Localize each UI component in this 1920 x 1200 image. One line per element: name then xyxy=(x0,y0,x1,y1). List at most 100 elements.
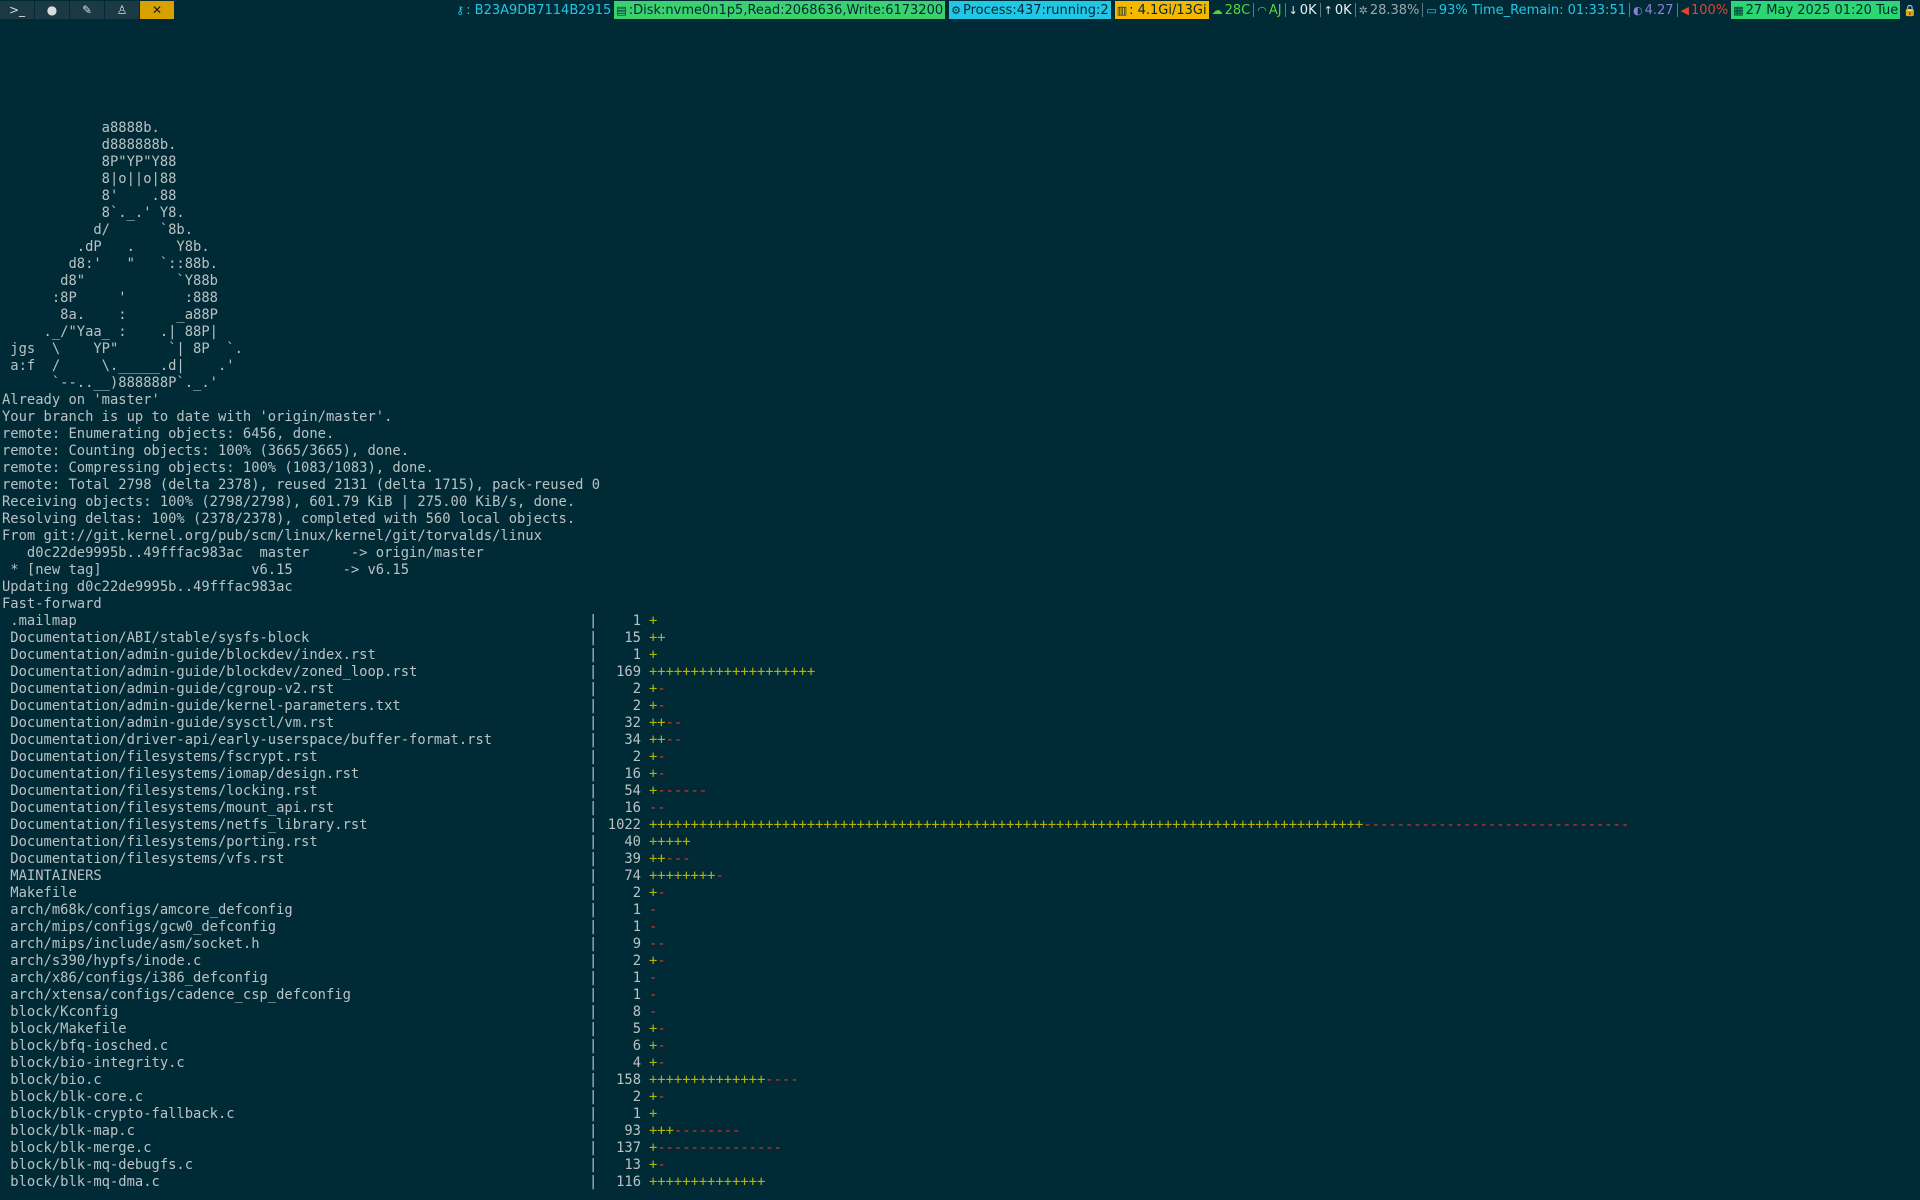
diffstat-count: 169 xyxy=(616,664,641,680)
diffstat-count: 2 xyxy=(632,698,641,714)
diffstat-separator: | xyxy=(589,1106,598,1122)
status-serial[interactable]: ⚷: B23A9DB7114B2915 xyxy=(455,1,612,19)
status-temp[interactable]: ☁ 28C xyxy=(1211,1,1252,19)
separator xyxy=(1253,3,1255,17)
diffstat-separator: | xyxy=(589,834,598,850)
workspace-tag-1[interactable]: >_ xyxy=(0,1,34,19)
output-line: Updating d0c22de9995b..49fffac983ac xyxy=(2,579,293,595)
diffstat-bar: + xyxy=(649,613,657,630)
diffstat-file: block/Makefile xyxy=(2,1021,127,1037)
diffstat-bar: +- xyxy=(649,1157,666,1174)
diffstat-bar: +- xyxy=(649,1038,666,1055)
diffstat-row: Documentation/driver-api/early-userspace… xyxy=(2,732,1629,749)
workspace-tag-4[interactable]: ♙ xyxy=(105,1,139,19)
status-net[interactable]: ↓ 0K xyxy=(1288,1,1318,19)
diffstat-deletions: - xyxy=(657,885,666,901)
diffstat-count: 4 xyxy=(632,1055,641,1071)
diffstat-count: 6 xyxy=(632,1038,641,1054)
workspace-tag-3[interactable]: ✎ xyxy=(70,1,104,19)
status-volume-text: 100% xyxy=(1691,2,1729,18)
diffstat-file: Documentation/filesystems/porting.rst xyxy=(2,834,318,850)
status-date-text: 27 May 2025 01:20 Tue xyxy=(1745,2,1899,18)
diffstat-bar: - xyxy=(649,987,657,1004)
diffstat-separator: | xyxy=(589,936,598,952)
status-cpu[interactable]: ✲ 28.38% xyxy=(1358,1,1421,19)
diffstat-additions: +++++ xyxy=(649,834,691,850)
status-lock[interactable]: 🔒 xyxy=(1902,1,1920,19)
output-line: * [new tag] v6.15 -> v6.15 xyxy=(2,562,410,578)
status-widgets: ⚷: B23A9DB7114B2915 ▤:Disk:nvme0n1p5,Read… xyxy=(455,1,1920,19)
diffstat-separator: | xyxy=(589,664,598,680)
diffstat-row: Documentation/admin-guide/blockdev/index… xyxy=(2,647,1629,664)
diffstat-row: arch/s390/hypfs/inode.c | 2 +- xyxy=(2,953,1629,970)
ascii-art-line: 8|o||o|88 xyxy=(2,171,177,187)
diffstat-separator: | xyxy=(589,1157,598,1173)
status-net-up[interactable]: ↑ 0K xyxy=(1323,1,1353,19)
diffstat-separator: | xyxy=(589,749,598,765)
tools-icon: ✕ xyxy=(151,3,163,17)
diffstat-row: Documentation/admin-guide/blockdev/zoned… xyxy=(2,664,1629,681)
diffstat-count: 116 xyxy=(616,1174,641,1190)
diffstat-row: Documentation/admin-guide/cgroup-v2.rst |… xyxy=(2,681,1629,698)
separator xyxy=(1422,3,1424,17)
ascii-art-line: 8' .88 xyxy=(2,188,177,204)
status-process[interactable]: ⚙ Process:437:running:2 xyxy=(949,1,1111,19)
output-line: Receiving objects: 100% (2798/2798), 601… xyxy=(2,494,576,510)
status-net-up-text: 0K xyxy=(1334,2,1352,18)
workspace-tag-2[interactable]: ● xyxy=(35,1,69,19)
diffstat-separator: | xyxy=(589,681,598,697)
diffstat-bar: +++++ xyxy=(649,834,691,851)
diffstat-count: 1 xyxy=(632,970,641,986)
diffstat-count: 39 xyxy=(624,851,641,867)
diffstat-file: block/blk-map.c xyxy=(2,1123,135,1139)
diffstat-bar: +- xyxy=(649,953,666,970)
diffstat-count: 1 xyxy=(632,647,641,663)
diffstat-row: block/bio-integrity.c | 4 +- xyxy=(2,1055,1629,1072)
diffstat-row: .mailmap | 1 + xyxy=(2,613,1629,630)
diffstat-bar: +- xyxy=(649,1021,666,1038)
status-volume[interactable]: ◀ 100% xyxy=(1680,1,1730,19)
status-cpu-text: 28.38% xyxy=(1369,2,1420,18)
diffstat-count: 137 xyxy=(616,1140,641,1156)
status-process-text: Process:437:running:2 xyxy=(963,2,1109,18)
status-disk[interactable]: ▤:Disk:nvme0n1p5,Read:2068636,Write:6173… xyxy=(614,1,946,19)
ascii-art: a8888b. d888888b. 8P"YP"Y88 8|o||o|88 8'… xyxy=(2,120,1629,392)
status-brightness[interactable]: ◐ 4.27 xyxy=(1632,1,1675,19)
status-wifi[interactable]: ◠ AJ xyxy=(1256,1,1282,19)
diffstat-row: block/blk-map.c | 93 +++-------- xyxy=(2,1123,1629,1140)
status-battery[interactable]: ▭ 93% Time_Remain: 01:33:51 xyxy=(1425,1,1627,19)
key-icon: ⚷ xyxy=(456,3,465,17)
diffstat-file: MAINTAINERS xyxy=(2,868,102,884)
diffstat-file: .mailmap xyxy=(2,613,77,629)
workspace-tag-5[interactable]: ✕ xyxy=(140,1,174,19)
diffstat-bar: +++-------- xyxy=(649,1123,740,1140)
diffstat-bar: + xyxy=(649,1106,657,1123)
diffstat-row: block/Makefile | 5 +- xyxy=(2,1021,1629,1038)
status-battery-text: 93% Time_Remain: 01:33:51 xyxy=(1438,2,1626,18)
diffstat-file: block/blk-crypto-fallback.c xyxy=(2,1106,235,1122)
diffstat-row: Documentation/filesystems/fscrypt.rst | 2 +… xyxy=(2,749,1629,766)
diffstat-deletions: - xyxy=(657,953,666,969)
workspace-tags: >_ ● ✎ ♙ ✕ xyxy=(0,0,175,20)
diffstat-count: 8 xyxy=(632,1004,641,1020)
diffstat-bar: ++-- xyxy=(649,715,682,732)
diffstat-row: arch/mips/configs/gcw0_defconfig | 1- xyxy=(2,919,1629,936)
arrow-up-icon: ↑ xyxy=(1323,3,1333,17)
diffstat-additions: + xyxy=(649,613,658,629)
status-serial-text: : B23A9DB7114B2915 xyxy=(466,2,612,18)
terminal-output: a8888b. d888888b. 8P"YP"Y88 8|o||o|88 8'… xyxy=(2,120,1629,1191)
diffstat-deletions: -------------------------------- xyxy=(1363,817,1630,833)
diffstat-row: Documentation/filesystems/vfs.rst | 39 ++--… xyxy=(2,851,1629,868)
ascii-art-line: jgs \ YP" `| 8P `. xyxy=(2,341,243,357)
disk-icon: ▤ xyxy=(616,3,627,17)
cloud-icon: ☁ xyxy=(1211,3,1223,17)
arrow-down-icon: ↓ xyxy=(1288,3,1298,17)
diffstat-file: Documentation/filesystems/fscrypt.rst xyxy=(2,749,318,765)
status-date[interactable]: ▦ 27 May 2025 01:20 Tue xyxy=(1731,1,1901,19)
diffstat-count: 1 xyxy=(632,902,641,918)
status-memory[interactable]: ▥ : 4.1Gi/13Gi xyxy=(1114,1,1209,19)
diffstat-bar: ++--- xyxy=(649,851,691,868)
diffstat-deletions: -- xyxy=(665,732,683,748)
diffstat-separator: | xyxy=(589,885,598,901)
ascii-art-line: d888888b. xyxy=(2,137,177,153)
